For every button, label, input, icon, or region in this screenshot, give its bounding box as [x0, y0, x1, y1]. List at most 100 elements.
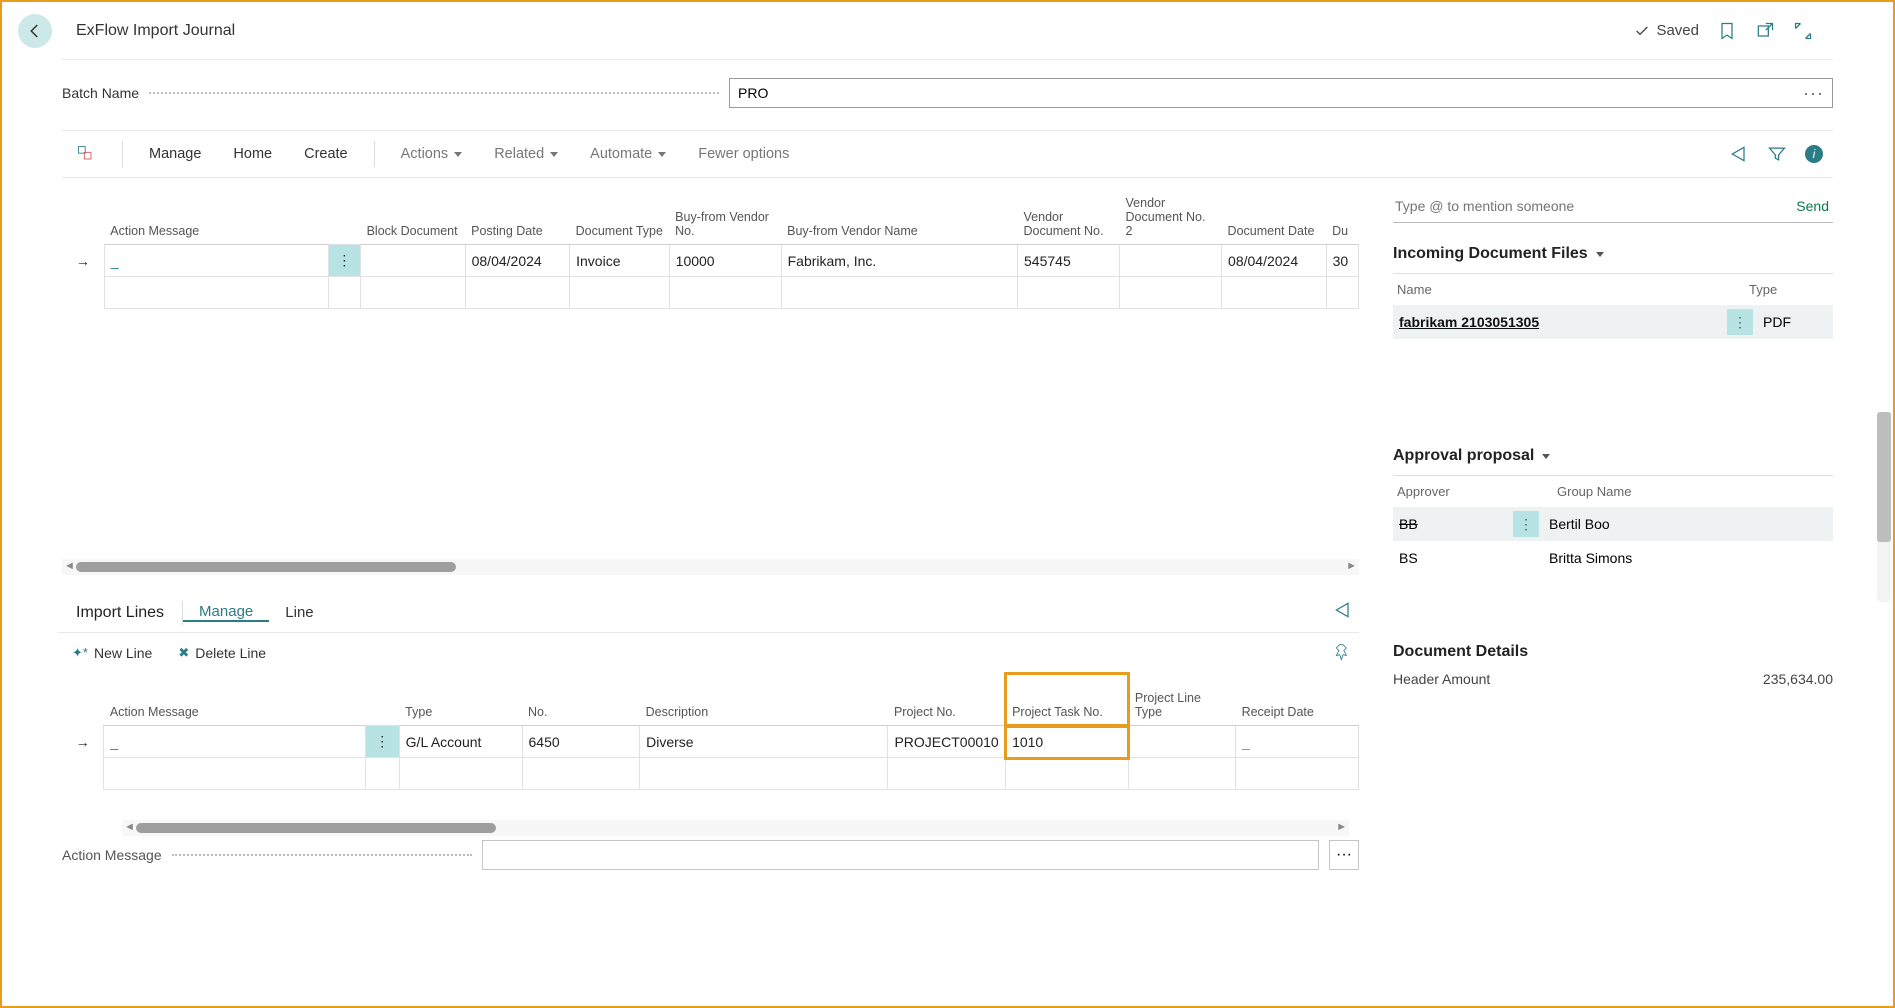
lcol-project-line-type[interactable]: Project Line Type — [1128, 674, 1235, 726]
approval-row[interactable]: BS Britta Simons — [1393, 541, 1833, 575]
main-grid-row[interactable]: → _ ⋮ 08/04/2024 Invoice 10000 Fabrikam,… — [62, 245, 1359, 277]
lcol-action-message[interactable]: Action Message — [104, 674, 365, 726]
back-arrow-icon — [26, 22, 44, 40]
lines-scroll-thumb[interactable] — [136, 823, 496, 833]
toolbar-actions[interactable]: Actions — [387, 146, 477, 162]
dots-separator-2 — [172, 854, 472, 856]
col-document-date[interactable]: Document Date — [1222, 190, 1327, 245]
row-menu-icon[interactable]: ⋮ — [328, 245, 360, 277]
mention-input[interactable] — [1393, 192, 1792, 220]
col-due[interactable]: Du — [1326, 190, 1358, 245]
approval-row[interactable]: BB ⋮ Bertil Boo — [1393, 507, 1833, 541]
lines-grid-hscroll[interactable]: ◄ ► — [122, 820, 1349, 836]
lcol-project-no[interactable]: Project No. — [888, 674, 1006, 726]
lcol-project-task-no[interactable]: Project Task No. — [1006, 674, 1129, 726]
dots-separator — [149, 92, 719, 94]
page-title: ExFlow Import Journal — [76, 22, 235, 40]
collapse-icon[interactable] — [1793, 21, 1813, 41]
batch-name-field[interactable]: ··· — [729, 78, 1833, 108]
new-line-label: New Line — [94, 645, 152, 661]
toolbar-create[interactable]: Create — [290, 146, 362, 162]
window-vscroll[interactable] — [1877, 412, 1891, 602]
toolbar-fewer-options[interactable]: Fewer options — [684, 146, 803, 162]
scroll-right-icon[interactable]: ► — [1346, 560, 1357, 572]
lcell-description[interactable]: Diverse — [640, 726, 888, 758]
pin-icon[interactable] — [1333, 643, 1353, 663]
scroll-left-icon[interactable]: ◄ — [64, 560, 75, 572]
share-lines-icon[interactable] — [1333, 600, 1353, 620]
toolbar-automate[interactable]: Automate — [576, 146, 680, 162]
cell-document-type[interactable]: Invoice — [570, 245, 670, 277]
delete-line-button[interactable]: ✖ Delete Line — [178, 645, 266, 661]
file-link[interactable]: fabrikam 2103051305 — [1399, 314, 1539, 330]
window-vscroll-thumb[interactable] — [1877, 412, 1891, 542]
lcell-type[interactable]: G/L Account — [399, 726, 522, 758]
cell-document-date[interactable]: 08/04/2024 — [1222, 245, 1327, 277]
lcell-project-task-no[interactable]: 1010 — [1006, 726, 1129, 758]
approval-proposal-title[interactable]: Approval proposal — [1393, 447, 1833, 465]
cell-due[interactable]: 30 — [1326, 245, 1358, 277]
cell-buy-from-vendor-no[interactable]: 10000 — [669, 245, 781, 277]
batch-name-label: Batch Name — [62, 85, 139, 101]
row-selector-icon[interactable]: → — [62, 245, 104, 277]
send-button[interactable]: Send — [1792, 198, 1833, 214]
main-grid-empty-row[interactable] — [62, 277, 1359, 309]
cell-block-document[interactable] — [361, 245, 466, 277]
lcell-receipt-date[interactable]: _ — [1236, 726, 1359, 758]
info-badge[interactable]: i — [1805, 145, 1823, 163]
col-buy-from-vendor-no[interactable]: Buy-from Vendor No. — [669, 190, 781, 245]
lcol-no[interactable]: No. — [522, 674, 640, 726]
lines-row-selector-icon[interactable]: → — [62, 726, 104, 758]
lcol-description[interactable]: Description — [640, 674, 888, 726]
lines-grid-row[interactable]: → _ ⋮ G/L Account 6450 Diverse PROJECT00… — [62, 726, 1359, 758]
filter-icon[interactable] — [1767, 144, 1787, 164]
incoming-files-title[interactable]: Incoming Document Files — [1393, 245, 1833, 263]
lines-row-menu-icon[interactable]: ⋮ — [365, 726, 399, 758]
bookmark-icon[interactable] — [1717, 21, 1737, 41]
batch-lookup-icon[interactable]: ··· — [1803, 83, 1824, 104]
bottom-menu-button[interactable]: ··· — [1329, 840, 1359, 870]
col-vendor-doc-no[interactable]: Vendor Document No. — [1018, 190, 1120, 245]
file-row-menu-icon[interactable]: ⋮ — [1727, 309, 1753, 335]
col-vendor-doc-no-2[interactable]: Vendor Document No. 2 — [1120, 190, 1222, 245]
lcol-type[interactable]: Type — [399, 674, 522, 726]
cell-vendor-doc-no[interactable]: 545745 — [1018, 245, 1120, 277]
batch-name-input[interactable] — [738, 85, 1803, 101]
main-grid-hscroll[interactable]: ◄ ► — [62, 559, 1359, 575]
lcell-project-no[interactable]: PROJECT00010 — [888, 726, 1006, 758]
approver-code: BS — [1393, 550, 1513, 566]
import-tab-manage[interactable]: Manage — [183, 603, 269, 622]
scroll-thumb[interactable] — [76, 562, 456, 572]
cell-vendor-doc-no-2[interactable] — [1120, 245, 1222, 277]
lcell-action-message[interactable]: _ — [104, 726, 365, 758]
lines-scroll-left-icon[interactable]: ◄ — [124, 821, 135, 833]
col-block-document[interactable]: Block Document — [361, 190, 466, 245]
lines-grid-empty-row[interactable] — [62, 758, 1359, 790]
new-line-button[interactable]: ✦* New Line — [72, 645, 152, 661]
cell-action-message[interactable]: _ — [104, 245, 328, 277]
focus-mode-icon[interactable] — [76, 144, 96, 164]
back-button[interactable] — [18, 14, 52, 48]
open-new-window-icon[interactable] — [1755, 21, 1775, 41]
cell-buy-from-vendor-name[interactable]: Fabrikam, Inc. — [781, 245, 1017, 277]
cell-posting-date[interactable]: 08/04/2024 — [465, 245, 570, 277]
approval-row-menu-icon[interactable]: ⋮ — [1513, 511, 1539, 537]
lcol-receipt-date[interactable]: Receipt Date — [1236, 674, 1359, 726]
lines-grid[interactable]: Action Message Type No. Description Proj… — [62, 673, 1359, 790]
col-buy-from-vendor-name[interactable]: Buy-from Vendor Name — [781, 190, 1017, 245]
col-posting-date[interactable]: Posting Date — [465, 190, 570, 245]
file-name-cell[interactable]: fabrikam 2103051305 — [1393, 314, 1727, 330]
file-row[interactable]: fabrikam 2103051305 ⋮ PDF — [1393, 305, 1833, 339]
lines-scroll-right-icon[interactable]: ► — [1336, 821, 1347, 833]
col-document-type[interactable]: Document Type — [570, 190, 670, 245]
toolbar-related[interactable]: Related — [480, 146, 572, 162]
lcell-no[interactable]: 6450 — [522, 726, 640, 758]
lcell-project-line-type[interactable] — [1128, 726, 1235, 758]
import-tab-line[interactable]: Line — [269, 604, 329, 621]
toolbar-manage[interactable]: Manage — [135, 146, 215, 162]
col-action-message[interactable]: Action Message — [104, 190, 328, 245]
share-icon[interactable] — [1729, 144, 1749, 164]
toolbar-home[interactable]: Home — [219, 146, 286, 162]
main-grid[interactable]: Action Message Block Document Posting Da… — [62, 190, 1359, 309]
bottom-action-message-input[interactable] — [482, 840, 1319, 870]
